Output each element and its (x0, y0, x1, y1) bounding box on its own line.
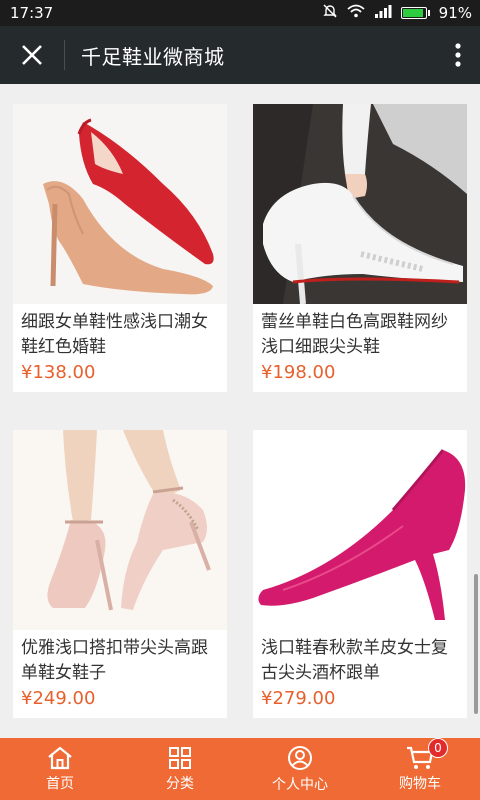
product-name[interactable]: 细跟女单鞋性感浅口潮女鞋红色婚鞋 (13, 304, 227, 360)
red-nude-heels-image (13, 104, 227, 304)
app-header: 千足鞋业微商城 (0, 26, 480, 84)
wifi-icon (347, 4, 365, 22)
status-bar: 17:37 91% (0, 0, 480, 26)
product-card[interactable]: 蕾丝单鞋白色高跟鞋网纱浅口细跟尖头鞋 ¥198.00 (253, 104, 467, 392)
product-image[interactable] (13, 104, 227, 304)
tab-label: 首页 (46, 775, 74, 792)
close-button[interactable] (0, 26, 64, 84)
tab-label: 分类 (166, 775, 194, 792)
close-icon (22, 45, 42, 65)
product-name[interactable]: 浅口鞋春秋款羊皮女士复古尖头酒杯跟单 (253, 630, 467, 686)
grid-icon (169, 746, 191, 769)
scrollbar[interactable] (474, 574, 478, 714)
product-grid: 细跟女单鞋性感浅口潮女鞋红色婚鞋 ¥138.00 蕾丝单鞋白色高跟鞋网纱浅口细跟… (0, 84, 480, 738)
battery-icon (400, 7, 430, 19)
white-lace-heel-image (253, 104, 467, 304)
product-image[interactable] (253, 104, 467, 304)
more-vertical-icon (455, 43, 461, 67)
tab-home[interactable]: 首页 (0, 738, 120, 800)
tab-label: 个人中心 (272, 776, 328, 793)
magenta-pump-image (253, 430, 467, 630)
product-price: ¥249.00 (21, 688, 96, 709)
status-time: 17:37 (10, 4, 54, 22)
product-card[interactable]: 细跟女单鞋性感浅口潮女鞋红色婚鞋 ¥138.00 (13, 104, 227, 392)
product-image[interactable] (253, 430, 467, 630)
battery-percent: 91% (438, 4, 472, 22)
tab-label: 购物车 (399, 775, 441, 792)
alarm-off-icon (322, 3, 338, 23)
pink-strap-heels-image (13, 430, 227, 630)
tab-profile[interactable]: 个人中心 (240, 738, 360, 800)
header-divider (64, 40, 65, 70)
product-card[interactable]: 优雅浅口搭扣带尖头高跟单鞋女鞋子 ¥249.00 (13, 430, 227, 718)
product-name[interactable]: 蕾丝单鞋白色高跟鞋网纱浅口细跟尖头鞋 (253, 304, 467, 360)
more-menu-button[interactable] (436, 26, 480, 84)
cart-count-badge: 0 (428, 738, 448, 758)
product-price: ¥198.00 (261, 362, 336, 383)
product-price: ¥138.00 (21, 362, 96, 383)
home-icon (48, 746, 72, 769)
product-price: ¥279.00 (261, 688, 336, 709)
bottom-tab-bar: 首页 分类 个人中心 购物车 0 (0, 738, 480, 800)
tab-category[interactable]: 分类 (120, 738, 240, 800)
user-icon (288, 745, 312, 770)
signal-icon (374, 4, 392, 22)
product-card[interactable]: 浅口鞋春秋款羊皮女士复古尖头酒杯跟单 ¥279.00 (253, 430, 467, 718)
product-image[interactable] (13, 430, 227, 630)
tab-cart[interactable]: 购物车 0 (360, 738, 480, 800)
page-title: 千足鞋业微商城 (81, 44, 225, 69)
product-name[interactable]: 优雅浅口搭扣带尖头高跟单鞋女鞋子 (13, 630, 227, 686)
